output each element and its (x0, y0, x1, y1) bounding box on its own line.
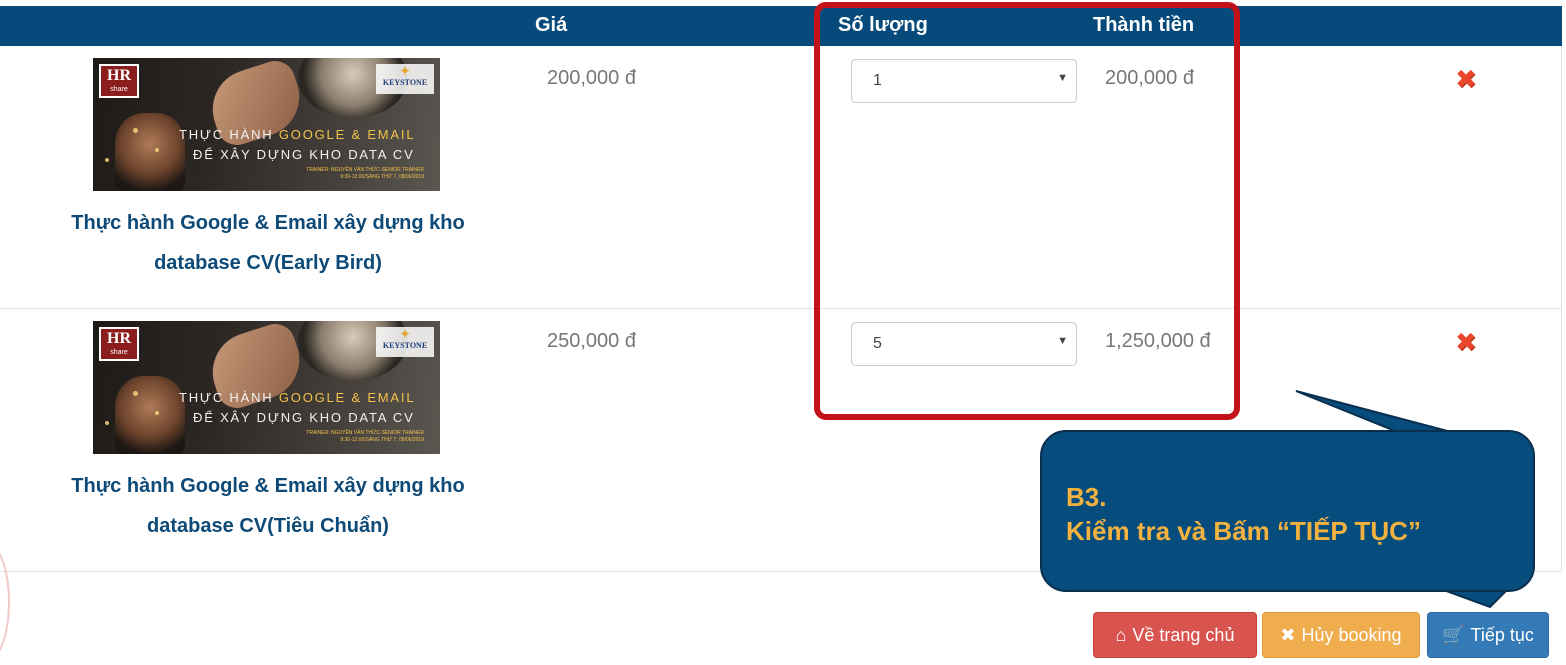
delete-item-icon[interactable]: ✖ (1455, 64, 1477, 95)
delete-item-icon[interactable]: ✖ (1455, 327, 1477, 358)
callout-text: B3. Kiểm tra và Bấm “TIẾP TỤC” (1066, 480, 1421, 548)
hr-share-logo: HR share (99, 64, 139, 98)
x-icon: ✖ (1280, 625, 1296, 645)
home-button-label: Về trang chủ (1132, 625, 1235, 645)
product-name-link[interactable]: Thực hành Google & Email xây dựng kho da… (50, 203, 486, 283)
home-button[interactable]: ⌂ Về trang chủ (1093, 612, 1257, 658)
bokeh-dot (105, 421, 109, 425)
product-price: 200,000 đ (547, 67, 636, 89)
highlight-box (814, 2, 1240, 420)
banner-title-line2: ĐỂ XÂY DỰNG KHO DATA CV (193, 410, 415, 425)
cancel-button-label: Hủy booking (1301, 625, 1402, 645)
banner-title-line1: THỰC HÀNH GOOGLE & EMAIL (179, 127, 416, 142)
bokeh-dot (155, 148, 159, 152)
trainer-photo (115, 113, 185, 191)
cart-icon: 🛒 (1442, 625, 1465, 645)
banner-title-line2: ĐỂ XÂY DỰNG KHO DATA CV (193, 147, 415, 162)
continue-button-label: Tiếp tục (1470, 625, 1534, 645)
row-divider (0, 308, 1562, 309)
product-price: 250,000 đ (547, 330, 636, 352)
tutorial-callout: B3. Kiểm tra và Bấm “TIẾP TỤC” (1040, 430, 1535, 592)
table-header: Giá Số lượng Thành tiền (0, 6, 1562, 46)
bokeh-dot (105, 158, 109, 162)
product-thumbnail[interactable]: HR share ✦ KEYSTONE THỰC HÀNH GOOGLE & EMA… (93, 321, 440, 454)
home-icon: ⌂ (1115, 625, 1127, 645)
banner-trainer-info: TRAINER: NGUYỄN VĂN THỨC-SENIOR TRAINER 9… (306, 430, 424, 443)
banner-trainer-info: TRAINER: NGUYỄN VĂN THỨC-SENIOR TRAINER 9… (306, 167, 424, 180)
trainer-photo (115, 376, 185, 454)
header-price: Giá (535, 14, 568, 36)
keystone-logo: ✦ KEYSTONE (376, 64, 434, 94)
callout-step: B3. (1066, 482, 1107, 512)
bokeh-dot (133, 128, 138, 133)
bokeh-dot (133, 391, 138, 396)
product-thumbnail[interactable]: HR share ✦ KEYSTONE THỰC HÀNH GOOGLE & EMA… (93, 58, 440, 191)
product-name-link[interactable]: Thực hành Google & Email xây dựng kho da… (50, 466, 486, 546)
hr-share-logo: HR share (99, 327, 139, 361)
bokeh-dot (155, 411, 159, 415)
keystone-logo: ✦ KEYSTONE (376, 327, 434, 357)
decorative-arc (0, 540, 10, 664)
continue-button[interactable]: 🛒 Tiếp tục (1427, 612, 1549, 658)
callout-instruction: Kiểm tra và Bấm “TIẾP TỤC” (1066, 516, 1421, 546)
banner-title-line1: THỰC HÀNH GOOGLE & EMAIL (179, 390, 416, 405)
cancel-booking-button[interactable]: ✖ Hủy booking (1262, 612, 1420, 658)
